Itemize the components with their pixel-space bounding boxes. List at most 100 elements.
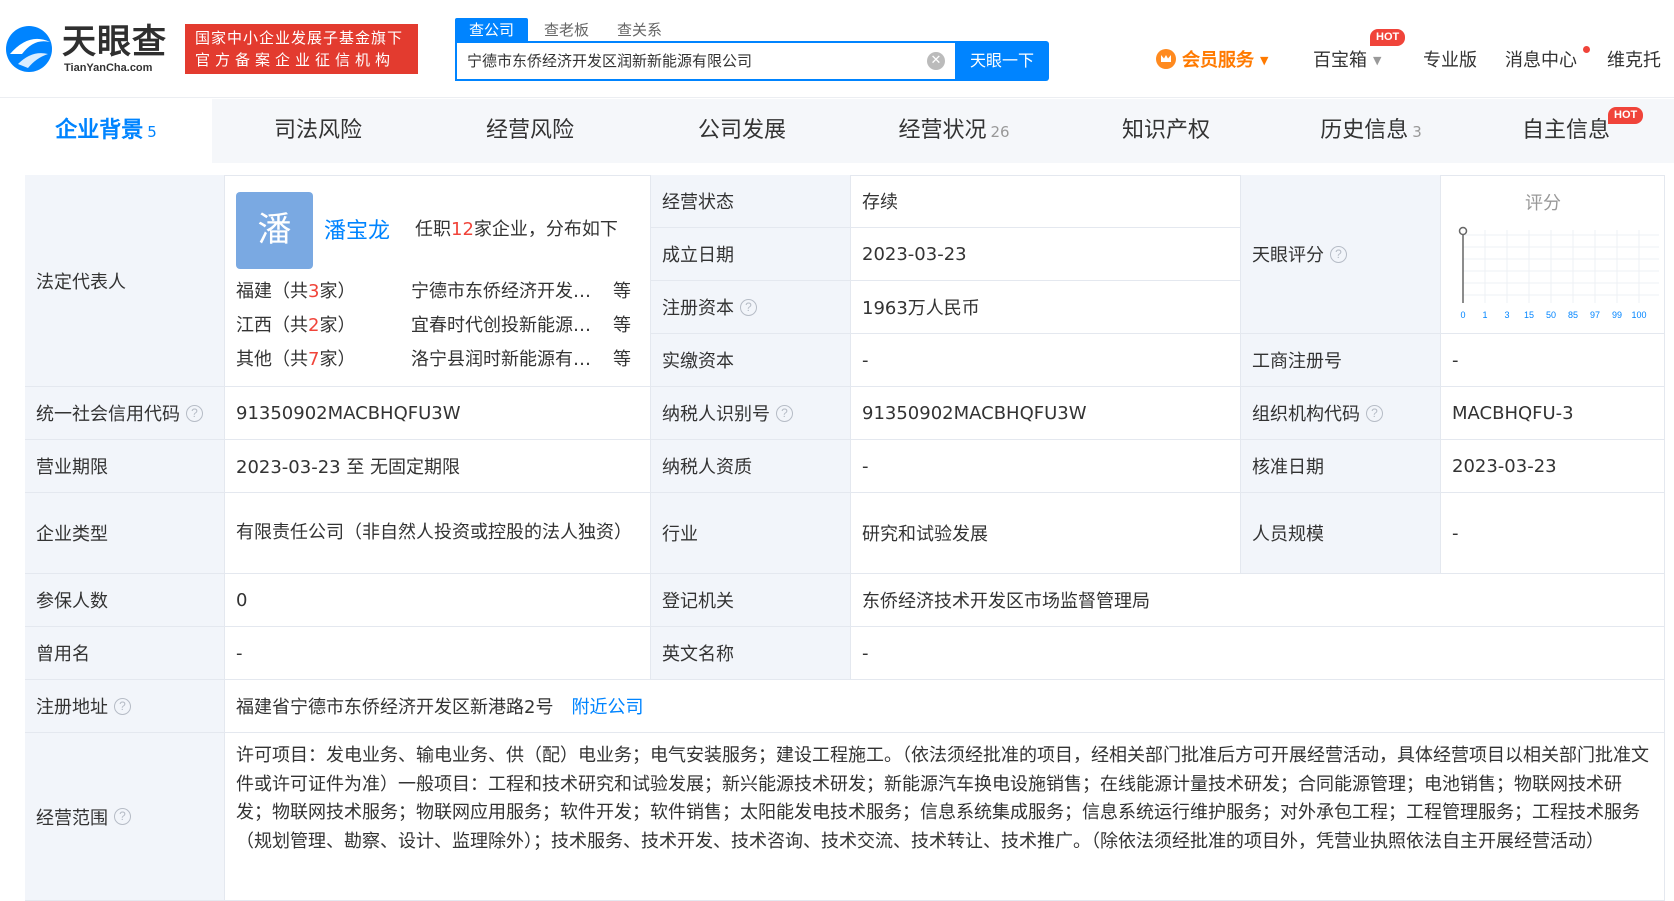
score-tick: 97	[1590, 310, 1600, 320]
gov-badge: 国家中小企业发展子基金旗下 官方备案企业征信机构	[185, 24, 418, 74]
tab-company-development[interactable]: 公司发展	[636, 99, 848, 163]
hot-badge: HOT	[1608, 107, 1644, 124]
logo-text-cn: 天眼查	[62, 22, 167, 62]
org-code-label: 组织机构代码?	[1241, 387, 1441, 440]
legal-rep-name-link[interactable]: 潘宝龙	[324, 213, 390, 245]
help-icon[interactable]: ?	[114, 808, 131, 825]
search-tab-boss[interactable]: 查老板	[532, 18, 601, 42]
rep-summary-pre: 任职	[415, 219, 451, 240]
reg-capital-value: 1963万人民币	[851, 281, 1241, 334]
tianyan-score-chart[interactable]: 评分 0 1 3 15 50 85 97 99 100	[1441, 175, 1665, 334]
paid-capital-label: 实缴资本	[651, 334, 851, 387]
clear-icon[interactable]: ✕	[927, 52, 945, 70]
tab-operating-risk[interactable]: 经营风险	[424, 99, 636, 163]
found-date-label: 成立日期	[651, 228, 851, 281]
region-company-link[interactable]: 宜春时代创投新能源…	[411, 311, 601, 337]
help-icon[interactable]: ?	[740, 298, 757, 316]
help-icon[interactable]: ?	[114, 697, 131, 715]
former-name-value: -	[225, 627, 651, 680]
crown-icon	[1156, 49, 1176, 69]
user-menu[interactable]: 维克托	[1607, 46, 1661, 76]
industry-label: 行业	[651, 493, 851, 574]
business-term-label: 营业期限	[25, 440, 225, 493]
search-type-tabs: 查公司 查老板 查关系	[455, 18, 678, 42]
search-input[interactable]: 宁德市东侨经济开发区润新新能源有限公司 ✕	[455, 41, 955, 81]
reg-address-label: 注册地址?	[25, 680, 225, 733]
region-label: 福建（共3家）	[236, 281, 356, 302]
score-tick: 0	[1460, 310, 1465, 320]
tianyan-score-label: 天眼评分?	[1241, 175, 1441, 334]
tab-count: 26	[990, 123, 1010, 141]
business-scope-label: 经营范围?	[25, 733, 225, 901]
chevron-down-icon: ▼	[1373, 54, 1382, 67]
header: 天眼查 TianYanCha.com 国家中小企业发展子基金旗下 官方备案企业征…	[0, 0, 1674, 98]
baibaoxiang-label: 百宝箱	[1313, 50, 1367, 71]
tab-label: 经营风险	[485, 118, 574, 143]
company-type-value: 有限责任公司（非自然人投资或控股的法人独资）	[225, 493, 651, 574]
region-more[interactable]: 等	[613, 311, 631, 337]
search-input-value: 宁德市东侨经济开发区润新新能源有限公司	[467, 52, 753, 70]
avatar[interactable]: 潘	[236, 192, 313, 269]
help-icon[interactable]: ?	[186, 404, 203, 422]
legal-rep-summary: 任职12家企业，分布如下	[415, 215, 618, 241]
reg-authority-value: 东侨经济技术开发区市场监督管理局	[851, 574, 1665, 627]
insured-count-label: 参保人数	[25, 574, 225, 627]
gov-badge-line1: 国家中小企业发展子基金旗下	[195, 29, 404, 47]
approval-date-value: 2023-03-23	[1441, 440, 1665, 493]
tab-count: 3	[1412, 123, 1422, 141]
industry-value: 研究和试验发展	[851, 493, 1241, 574]
tab-label: 企业背景	[55, 118, 144, 143]
reg-address-value: 福建省宁德市东侨经济开发区新港路2号 附近公司	[225, 680, 1665, 733]
message-center-link[interactable]: 消息中心	[1505, 46, 1577, 76]
bizreg-no-label: 工商注册号	[1241, 334, 1441, 387]
reg-capital-label: 注册资本?	[651, 281, 851, 334]
status-label: 经营状态	[651, 175, 851, 228]
chevron-down-icon: ▼	[1260, 54, 1269, 67]
staff-size-label: 人员规模	[1241, 493, 1441, 574]
address-text: 福建省宁德市东侨经济开发区新港路2号	[236, 697, 554, 718]
unread-dot	[1583, 46, 1590, 53]
search-tab-company[interactable]: 查公司	[455, 18, 529, 42]
help-icon[interactable]: ?	[776, 404, 793, 422]
help-icon[interactable]: ?	[1330, 245, 1347, 263]
former-name-label: 曾用名	[25, 627, 225, 680]
gov-badge-line2: 官方备案企业征信机构	[195, 51, 396, 69]
tab-label: 自主信息	[1521, 118, 1610, 143]
tab-operating-status[interactable]: 经营状况 26	[848, 99, 1060, 163]
rep-count-number: 12	[451, 219, 474, 240]
score-tick: 3	[1504, 310, 1509, 320]
nearby-companies-link[interactable]: 附近公司	[571, 693, 643, 719]
region-more[interactable]: 等	[613, 277, 631, 303]
baibaoxiang-menu[interactable]: 百宝箱 ▼	[1313, 46, 1381, 76]
vip-label: 会员服务	[1182, 50, 1254, 71]
found-date-value: 2023-03-23	[851, 228, 1241, 281]
score-chart-svg: 0 1 3 15 50 85 97 99 100	[1458, 226, 1659, 320]
business-term-value: 2023-03-23 至 无固定期限	[225, 440, 651, 493]
tianyancha-logo[interactable]: 天眼查 TianYanCha.com	[4, 22, 174, 76]
taxpayer-qual-label: 纳税人资质	[651, 440, 851, 493]
vip-service-menu[interactable]: 会员服务 ▼	[1156, 46, 1268, 76]
taxpayer-qual-value: -	[851, 440, 1241, 493]
staff-size-value: -	[1441, 493, 1665, 574]
region-company-link[interactable]: 宁德市东侨经济开发…	[411, 277, 601, 303]
pro-version-link[interactable]: 专业版	[1423, 46, 1477, 76]
search-button[interactable]: 天眼一下	[955, 41, 1049, 81]
tab-judicial-risk[interactable]: 司法风险	[212, 99, 424, 163]
region-more[interactable]: 等	[613, 345, 631, 371]
taxpayer-id-value: 91350902MACBHQFU3W	[851, 387, 1241, 440]
legal-rep-cell: 潘 潘宝龙 任职12家企业，分布如下 福建（共3家） 宁德市东侨经济开发… 等 …	[225, 175, 651, 387]
credit-code-value: 91350902MACBHQFU3W	[225, 387, 651, 440]
tab-count: 5	[147, 123, 157, 141]
search-tab-relation[interactable]: 查关系	[605, 18, 674, 42]
credit-code-label: 统一社会信用代码?	[25, 387, 225, 440]
region-company-link[interactable]: 洛宁县润时新能源有…	[411, 345, 601, 371]
legal-rep-label: 法定代表人	[25, 175, 225, 387]
help-icon[interactable]: ?	[1366, 404, 1383, 422]
score-tick: 99	[1612, 310, 1622, 320]
tab-label: 知识产权	[1121, 118, 1210, 143]
logo-text-en: TianYanCha.com	[64, 62, 153, 74]
tab-enterprise-background[interactable]: 企业背景 5	[0, 99, 212, 163]
tab-history[interactable]: 历史信息 3	[1265, 99, 1477, 163]
insured-count-value: 0	[225, 574, 651, 627]
tab-intellectual-property[interactable]: 知识产权	[1060, 99, 1272, 163]
